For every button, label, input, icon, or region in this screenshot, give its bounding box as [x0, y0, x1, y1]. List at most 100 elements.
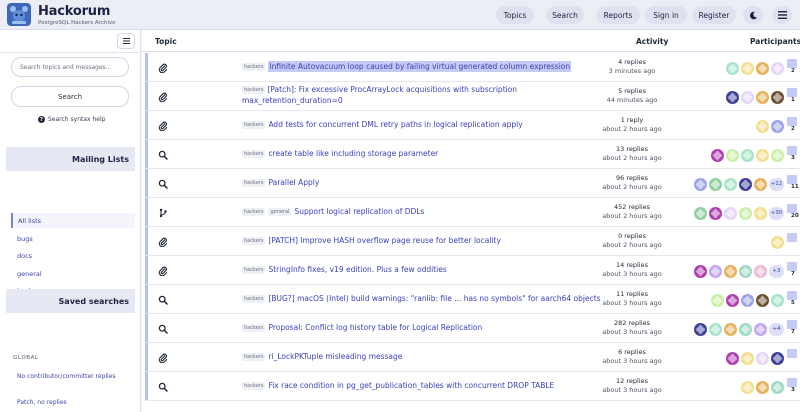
more-participants-badge[interactable]: +12	[769, 177, 784, 191]
more-participants-badge[interactable]: +4	[769, 322, 784, 336]
table-row[interactable]: hackers StringInfo fixes, v19 edition. Pl…	[145, 256, 800, 285]
participant-avatar[interactable]	[709, 322, 722, 336]
list-tag[interactable]: hackers	[242, 294, 266, 303]
participant-avatar[interactable]	[771, 293, 784, 307]
participant-avatar[interactable]	[739, 206, 752, 220]
participant-avatar[interactable]	[711, 148, 724, 162]
topic-link[interactable]: Proposal: Conflict log history table for…	[268, 322, 482, 333]
participant-avatar[interactable]	[754, 264, 767, 278]
participant-avatar[interactable]	[756, 61, 769, 75]
participant-avatar[interactable]	[754, 322, 767, 336]
participant-avatar[interactable]	[694, 206, 707, 220]
search-button[interactable]: Search	[11, 86, 129, 107]
participant-avatar[interactable]	[771, 351, 784, 365]
list-tag[interactable]: hackers	[242, 62, 266, 71]
participant-avatar[interactable]	[694, 322, 707, 336]
participant-avatar[interactable]	[726, 148, 739, 162]
table-row[interactable]: hackers Proposal: Conflict log history ta…	[145, 314, 800, 343]
participant-avatar[interactable]	[709, 264, 722, 278]
participant-avatar[interactable]	[726, 351, 739, 365]
participant-avatar[interactable]	[771, 380, 784, 394]
topic-link[interactable]: create table like including storage para…	[268, 148, 438, 159]
list-tag[interactable]: hackers	[242, 265, 266, 274]
topic-link[interactable]: [PATCH] Improve HASH overflow page reuse…	[268, 235, 500, 246]
participant-avatar[interactable]	[756, 351, 769, 365]
topic-link[interactable]: Add tests for concurrent DML retry paths…	[268, 119, 522, 130]
main-menu-button[interactable]	[772, 6, 792, 24]
saved-search-item[interactable]: Patch, no replies	[17, 398, 127, 407]
more-participants-badge[interactable]: +30	[769, 206, 784, 220]
participant-avatar[interactable]	[709, 177, 722, 191]
theme-toggle-button[interactable]	[743, 6, 763, 24]
app-title[interactable]: Hackorum	[38, 4, 110, 19]
nav-search-button[interactable]: Search	[546, 6, 584, 24]
participant-avatar[interactable]	[756, 148, 769, 162]
participant-avatar[interactable]	[771, 235, 784, 249]
list-tag[interactable]: hackers	[242, 149, 266, 158]
participant-avatar[interactable]	[756, 90, 769, 104]
participant-avatar[interactable]	[771, 90, 784, 104]
search-input[interactable]	[11, 57, 129, 77]
participant-avatar[interactable]	[771, 61, 784, 75]
participant-avatar[interactable]	[724, 206, 737, 220]
participant-avatar[interactable]	[724, 322, 737, 336]
participant-avatar[interactable]	[771, 119, 784, 133]
list-tag[interactable]: hackers	[242, 178, 266, 187]
list-tag[interactable]: hackers	[242, 352, 266, 361]
search-syntax-help-link[interactable]: ? Search syntax help	[38, 116, 105, 123]
participant-avatar[interactable]	[741, 293, 754, 307]
participant-avatar[interactable]	[754, 177, 767, 191]
list-tag[interactable]: hackers	[242, 86, 266, 94]
table-row[interactable]: hackers general Support logical replicatio…	[145, 198, 800, 227]
register-button[interactable]: Register	[692, 6, 736, 24]
nav-reports-button[interactable]: Reports	[596, 6, 640, 24]
mailing-list-item[interactable]: docs	[11, 248, 135, 263]
participant-avatar[interactable]	[726, 293, 739, 307]
sign-in-button[interactable]: Sign in	[645, 6, 687, 24]
participant-avatar[interactable]	[754, 206, 767, 220]
table-row[interactable]: hackers ri_LockPKTuple misleading message…	[145, 343, 800, 372]
list-tag[interactable]: general	[268, 207, 292, 216]
mailing-list-item[interactable]: general	[11, 266, 135, 281]
mailing-list-item[interactable]: bugs	[11, 231, 135, 246]
participant-avatar[interactable]	[694, 177, 707, 191]
participant-avatar[interactable]	[711, 293, 724, 307]
participant-avatar[interactable]	[756, 119, 769, 133]
participant-avatar[interactable]	[741, 90, 754, 104]
table-row[interactable]: hackers Infinite Autovacuum loop caused b…	[145, 53, 800, 82]
mailing-list-item[interactable]: All lists	[11, 213, 135, 228]
table-row[interactable]: hackers Fix race condition in pg_get_publ…	[145, 372, 800, 401]
topic-link[interactable]: Fix race condition in pg_get_publication…	[268, 380, 554, 391]
table-row[interactable]: hackers [PATCH] Improve HASH overflow pag…	[145, 227, 800, 256]
participant-avatar[interactable]	[709, 206, 722, 220]
hackorum-logo[interactable]	[6, 2, 32, 27]
topic-link[interactable]: [Patch]: Fix excessive ProcArrayLock acq…	[242, 85, 517, 105]
sidebar-collapse-button[interactable]	[117, 33, 135, 49]
list-tag[interactable]: hackers	[242, 236, 266, 245]
participant-avatar[interactable]	[741, 148, 754, 162]
table-row[interactable]: hackers [Patch]: Fix excessive ProcArrayL…	[145, 82, 800, 111]
participant-avatar[interactable]	[741, 380, 754, 394]
list-tag[interactable]: hackers	[242, 381, 266, 390]
participant-avatar[interactable]	[739, 322, 752, 336]
topic-link[interactable]: ri_LockPKTuple misleading message	[268, 351, 402, 362]
participant-avatar[interactable]	[771, 148, 784, 162]
table-row[interactable]: hackers create table like including stora…	[145, 140, 800, 169]
table-row[interactable]: hackers Parallel Apply 96 replies about 2 h…	[145, 169, 800, 198]
list-tag[interactable]: hackers	[242, 120, 266, 129]
table-row[interactable]: hackers Add tests for concurrent DML retr…	[145, 111, 800, 140]
participant-avatar[interactable]	[694, 264, 707, 278]
participant-avatar[interactable]	[726, 61, 739, 75]
more-participants-badge[interactable]: +3	[769, 264, 784, 278]
participant-avatar[interactable]	[739, 177, 752, 191]
participant-avatar[interactable]	[741, 61, 754, 75]
participant-avatar[interactable]	[724, 177, 737, 191]
nav-topics-button[interactable]: Topics	[496, 6, 534, 24]
participant-avatar[interactable]	[741, 351, 754, 365]
topic-link[interactable]: [BUG?] macOS (Intel) build warnings: "ra…	[268, 293, 600, 304]
participant-avatar[interactable]	[739, 264, 752, 278]
participant-avatar[interactable]	[724, 264, 737, 278]
saved-search-item[interactable]: No contributor/committer replies	[17, 372, 127, 381]
participant-avatar[interactable]	[726, 90, 739, 104]
list-tag[interactable]: hackers	[242, 207, 266, 216]
